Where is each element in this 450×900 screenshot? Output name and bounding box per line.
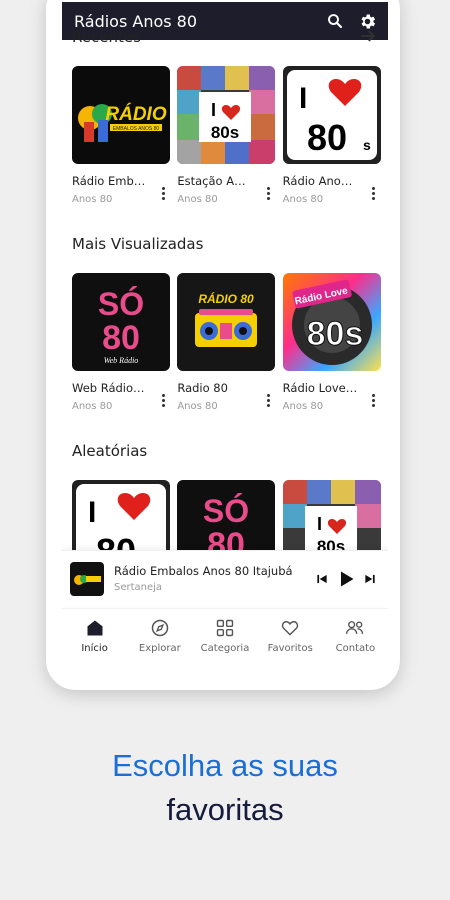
phone-frame: Rádios Anos 80 Recentes RÁDIO EMBALOS AN…: [46, 0, 400, 690]
cover-letter-i: I: [211, 100, 216, 120]
more-options-icon[interactable]: [371, 393, 377, 409]
next-icon[interactable]: [360, 569, 380, 589]
cover-80-text: 80: [307, 117, 347, 158]
cover-80s-text: 80s: [211, 123, 239, 142]
compass-icon: [149, 617, 171, 639]
now-playing-title: Rádio Embalos Anos 80 Itajubá: [114, 564, 293, 578]
app-screen: Rádios Anos 80 Recentes RÁDIO EMBALOS AN…: [62, 0, 388, 672]
now-playing-info: Rádio Embalos Anos 80 Itajubá Sertaneja: [114, 564, 308, 593]
now-playing-genre: Sertaneja: [114, 582, 163, 593]
nav-label: Início: [81, 643, 108, 654]
nav-item-inicio[interactable]: Início: [62, 609, 127, 672]
station-card[interactable]: I 80s Estação A… Anos 80: [177, 66, 282, 205]
station-card[interactable]: SÓ 80 Web Rádio Web Rádio… Anos 80: [72, 273, 177, 412]
station-card[interactable]: I 80 s Rádio Ano… Anos 80: [282, 66, 388, 205]
section-title-recentes: Recentes: [72, 28, 141, 46]
now-playing-thumbnail: [70, 561, 104, 596]
station-cover-image: I 80 s: [282, 66, 381, 164]
nav-item-contato[interactable]: Contato: [323, 609, 388, 672]
mais-visualizadas-row: SÓ 80 Web Rádio Web Rádio… Anos 80 RÁDIO…: [72, 273, 388, 412]
nav-item-categoria[interactable]: Categoria: [192, 609, 257, 672]
more-options-icon[interactable]: [160, 186, 166, 202]
previous-icon[interactable]: [312, 569, 332, 589]
heart-icon: [279, 617, 301, 639]
promo-headline-line1: Escolha as suas: [112, 748, 338, 783]
cover-s-text: s: [363, 137, 371, 153]
more-options-icon[interactable]: [265, 186, 271, 202]
mini-player[interactable]: Rádio Embalos Anos 80 Itajubá Sertaneja: [62, 550, 388, 606]
cover-web-radio-text: Web Rádio: [104, 356, 139, 365]
nav-label: Favoritos: [267, 643, 313, 654]
cover-boombox-label: RÁDIO 80: [199, 291, 255, 306]
cover-letter-i: I: [88, 496, 96, 529]
station-name: Web Rádio…: [72, 381, 145, 395]
cover-letter-i: I: [317, 514, 322, 534]
grid-icon: [214, 617, 236, 639]
station-name: Rádio Emb…: [72, 174, 146, 188]
cover-80-text: 80: [102, 319, 140, 357]
nav-item-favoritos[interactable]: Favoritos: [258, 609, 323, 672]
station-cover-image: RÁDIO 80: [177, 273, 276, 371]
arrow-right-icon[interactable]: [358, 26, 380, 48]
station-card[interactable]: RÁDIO EMBALOS ANOS 80 Rádio Emb… Anos 80: [72, 66, 177, 205]
promo-headline-line2: favoritas: [166, 792, 284, 827]
nav-item-explorar[interactable]: Explorar: [127, 609, 192, 672]
station-card[interactable]: RÁDIO 80 Radio 80 Anos 80: [177, 273, 282, 412]
station-cover-image: RÁDIO EMBALOS ANOS 80: [72, 66, 170, 164]
nav-label: Categoria: [200, 643, 250, 654]
station-name: Rádio Ano…: [282, 174, 353, 188]
more-options-icon[interactable]: [160, 393, 166, 409]
nav-label: Contato: [335, 643, 376, 654]
more-options-icon[interactable]: [371, 186, 377, 202]
radio-logo-text: RÁDIO: [105, 103, 166, 125]
section-title-aleatorias: Aleatórias: [72, 442, 148, 460]
station-name: Estação A…: [177, 174, 246, 188]
cover-letter-i: I: [299, 82, 307, 115]
bottom-navigation: Início Explorar Categoria Favoritos Cont…: [62, 608, 388, 672]
contacts-icon: [344, 617, 366, 639]
radio-logo-subtext: EMBALOS ANOS 80: [113, 126, 160, 132]
nav-label: Explorar: [138, 643, 181, 654]
station-cover-image: I 80s: [177, 66, 276, 164]
search-icon[interactable]: [324, 10, 346, 32]
cover-80s-text: 80s: [306, 315, 363, 353]
cover-so-text: SÓ: [203, 493, 249, 529]
play-icon[interactable]: [336, 569, 356, 589]
home-icon: [84, 617, 106, 639]
station-name: Radio 80: [177, 381, 228, 395]
station-cover-image: SÓ 80 Web Rádio: [72, 273, 170, 371]
station-card[interactable]: Rádio Love 80s Rádio Love… Anos 80: [282, 273, 388, 412]
cover-so-text: SÓ: [98, 286, 144, 322]
section-title-mais-visualizadas: Mais Visualizadas: [72, 235, 204, 253]
recentes-row: RÁDIO EMBALOS ANOS 80 Rádio Emb… Anos 80: [72, 66, 388, 205]
more-options-icon[interactable]: [265, 393, 271, 409]
station-cover-image: Rádio Love 80s: [282, 273, 381, 371]
station-name: Rádio Love…: [282, 381, 358, 395]
